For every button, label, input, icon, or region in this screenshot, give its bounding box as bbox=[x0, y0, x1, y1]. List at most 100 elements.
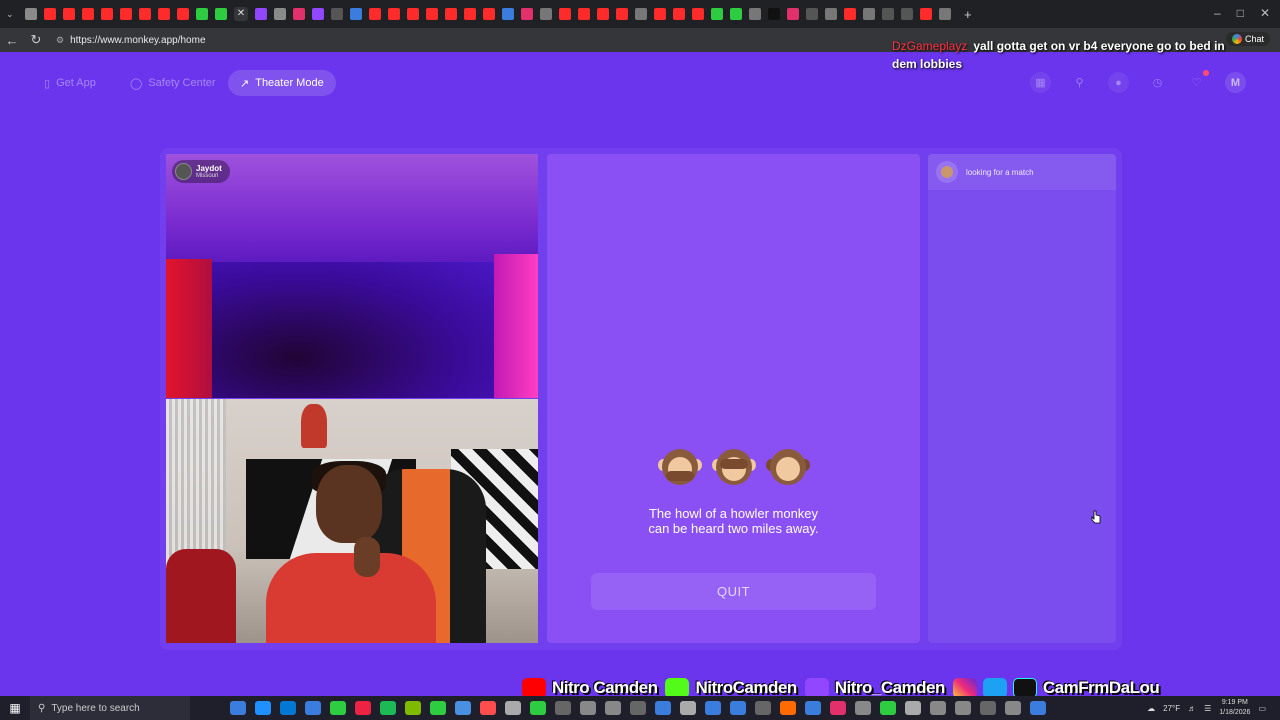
taskbar-app-icon[interactable] bbox=[430, 701, 446, 715]
taskbar-app-icon[interactable] bbox=[730, 701, 746, 715]
browser-tab-favicon[interactable] bbox=[730, 8, 742, 20]
taskbar-app-icon[interactable] bbox=[905, 701, 921, 715]
browser-tab-favicon[interactable] bbox=[293, 8, 305, 20]
browser-tab-favicon[interactable] bbox=[654, 8, 666, 20]
back-icon[interactable]: ← bbox=[0, 33, 24, 48]
remote-user-badge[interactable]: Jaydot Missouri bbox=[172, 160, 230, 183]
taskbar-app-icon[interactable] bbox=[930, 701, 946, 715]
browser-tab-favicon[interactable] bbox=[274, 8, 286, 20]
history-icon[interactable]: ◷ bbox=[1147, 72, 1168, 93]
taskbar-app-icon[interactable] bbox=[880, 701, 896, 715]
browser-tab-favicon[interactable] bbox=[120, 8, 132, 20]
tab-list-chevron-icon[interactable]: ⌄ bbox=[6, 8, 18, 20]
active-tab-close-icon[interactable]: ✕ bbox=[234, 7, 248, 21]
search-icon[interactable]: ⚲ bbox=[1069, 72, 1090, 93]
browser-tab-favicon[interactable] bbox=[426, 8, 438, 20]
browser-tab-favicon[interactable] bbox=[215, 8, 227, 20]
wifi-icon[interactable]: ☰ bbox=[1204, 704, 1211, 713]
browser-tab-favicon[interactable] bbox=[158, 8, 170, 20]
browser-tab-favicon[interactable] bbox=[255, 8, 267, 20]
safety-center-button[interactable]: ◯ Safety Center bbox=[118, 70, 228, 96]
taskbar-app-icon[interactable] bbox=[255, 701, 271, 715]
quit-button[interactable]: QUIT bbox=[591, 573, 876, 610]
browser-tab-favicon[interactable] bbox=[559, 8, 571, 20]
minimize-icon[interactable]: – bbox=[1214, 6, 1221, 20]
browser-tab-favicon[interactable] bbox=[196, 8, 208, 20]
volume-icon[interactable]: ♬ bbox=[1188, 704, 1196, 713]
taskbar-app-icon[interactable] bbox=[655, 701, 671, 715]
browser-tab-favicon[interactable] bbox=[63, 8, 75, 20]
browser-tab-favicon[interactable] bbox=[331, 8, 343, 20]
browser-tab-favicon[interactable] bbox=[768, 8, 780, 20]
reload-icon[interactable]: ↻ bbox=[24, 32, 48, 48]
browser-tab-favicon[interactable] bbox=[863, 8, 875, 20]
site-info-icon[interactable]: ⚙ bbox=[56, 35, 64, 46]
browser-tab-favicon[interactable] bbox=[502, 8, 514, 20]
browser-tab-favicon[interactable] bbox=[920, 8, 932, 20]
taskbar-app-icon[interactable] bbox=[980, 701, 996, 715]
restore-icon[interactable]: □ bbox=[1237, 6, 1244, 20]
browser-tab-favicon[interactable] bbox=[388, 8, 400, 20]
url-field[interactable]: ⚙ https://www.monkey.app/home bbox=[56, 35, 206, 46]
messages-icon[interactable]: ♡ bbox=[1186, 70, 1209, 93]
clock[interactable]: 9:19 PM 1/18/2026 bbox=[1219, 698, 1250, 718]
taskbar-app-icon[interactable] bbox=[230, 701, 246, 715]
taskbar-app-icon[interactable] bbox=[405, 701, 421, 715]
browser-tab-favicon[interactable] bbox=[901, 8, 913, 20]
theater-mode-button[interactable]: ↗ Theater Mode bbox=[228, 70, 336, 96]
taskbar-app-icon[interactable] bbox=[1030, 701, 1046, 715]
browser-tab-favicon[interactable] bbox=[312, 8, 324, 20]
browser-tab-favicon[interactable] bbox=[521, 8, 533, 20]
browser-tab-favicon[interactable] bbox=[806, 8, 818, 20]
taskbar-app-icon[interactable] bbox=[780, 701, 796, 715]
taskbar-app-icon[interactable] bbox=[305, 701, 321, 715]
browser-tab-favicon[interactable] bbox=[369, 8, 381, 20]
browser-tab-favicon[interactable] bbox=[749, 8, 761, 20]
taskbar-app-icon[interactable] bbox=[280, 701, 296, 715]
taskbar-app-icon[interactable] bbox=[580, 701, 596, 715]
browser-tab-favicon[interactable] bbox=[407, 8, 419, 20]
browser-tab-favicon[interactable] bbox=[673, 8, 685, 20]
chat-button[interactable]: Chat bbox=[1225, 32, 1270, 46]
browser-tab-favicon[interactable] bbox=[597, 8, 609, 20]
browser-tab-favicon[interactable] bbox=[616, 8, 628, 20]
shop-icon[interactable]: ▦ bbox=[1030, 72, 1051, 93]
browser-tab-favicon[interactable] bbox=[540, 8, 552, 20]
taskbar-app-icon[interactable] bbox=[480, 701, 496, 715]
taskbar-app-icon[interactable] bbox=[330, 701, 346, 715]
browser-tab-favicon[interactable] bbox=[787, 8, 799, 20]
taskbar-app-icon[interactable] bbox=[955, 701, 971, 715]
taskbar-app-icon[interactable] bbox=[805, 701, 821, 715]
browser-tab-favicon[interactable] bbox=[82, 8, 94, 20]
browser-tab-favicon[interactable] bbox=[711, 8, 723, 20]
browser-tab-favicon[interactable] bbox=[939, 8, 951, 20]
browser-tab-favicon[interactable] bbox=[139, 8, 151, 20]
browser-tab-favicon[interactable] bbox=[350, 8, 362, 20]
taskbar-app-icon[interactable] bbox=[755, 701, 771, 715]
taskbar-search[interactable]: ⚲ Type here to search bbox=[30, 696, 190, 720]
taskbar-app-icon[interactable] bbox=[380, 701, 396, 715]
browser-tab-favicon[interactable] bbox=[483, 8, 495, 20]
taskbar-app-icon[interactable] bbox=[605, 701, 621, 715]
monkey-icon[interactable]: ● bbox=[1108, 72, 1129, 93]
taskbar-app-icon[interactable] bbox=[855, 701, 871, 715]
taskbar-app-icon[interactable] bbox=[530, 701, 546, 715]
browser-tab-favicon[interactable] bbox=[25, 8, 37, 20]
notifications-icon[interactable]: ▭ bbox=[1258, 704, 1266, 713]
avatar[interactable]: M bbox=[1225, 72, 1246, 93]
taskbar-app-icon[interactable] bbox=[680, 701, 696, 715]
taskbar-app-icon[interactable] bbox=[630, 701, 646, 715]
browser-tab-favicon[interactable] bbox=[578, 8, 590, 20]
browser-tab-favicon[interactable] bbox=[445, 8, 457, 20]
browser-tab-favicon[interactable] bbox=[44, 8, 56, 20]
taskbar-app-icon[interactable] bbox=[505, 701, 521, 715]
new-tab-icon[interactable]: + bbox=[964, 7, 972, 22]
weather-icon[interactable]: ☁ bbox=[1147, 704, 1155, 713]
browser-tab-favicon[interactable] bbox=[825, 8, 837, 20]
browser-tab-favicon[interactable] bbox=[464, 8, 476, 20]
browser-tab-favicon[interactable] bbox=[635, 8, 647, 20]
browser-tab-favicon[interactable] bbox=[692, 8, 704, 20]
taskbar-app-icon[interactable] bbox=[830, 701, 846, 715]
browser-tab-favicon[interactable] bbox=[101, 8, 113, 20]
taskbar-app-icon[interactable] bbox=[355, 701, 371, 715]
